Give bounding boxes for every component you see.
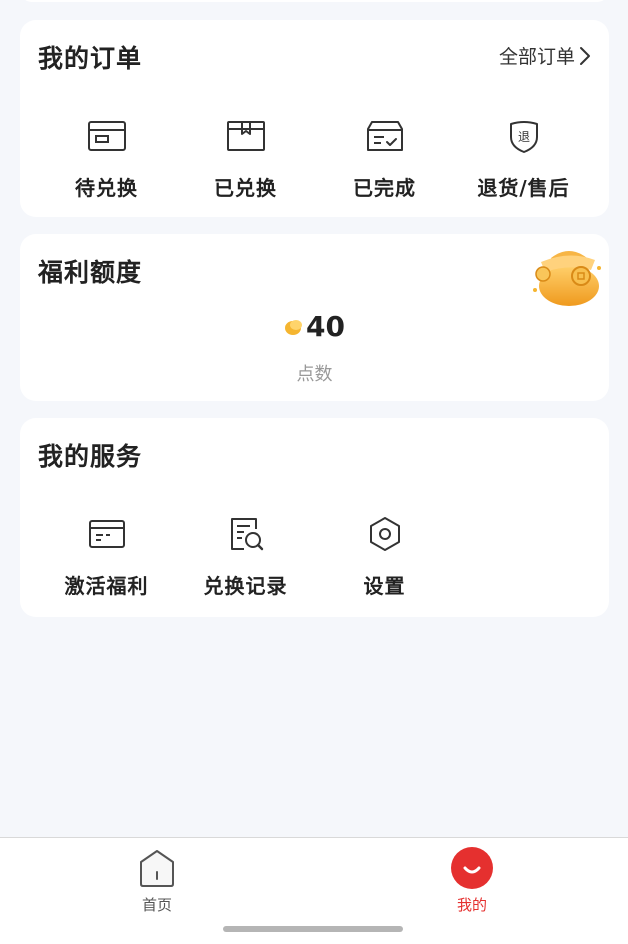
- service-activate-label: 激活福利: [64, 574, 149, 598]
- service-record-label: 兑换记录: [203, 574, 288, 598]
- order-exchanged-label: 已兑换: [214, 176, 277, 200]
- all-orders-label: 全部订单: [498, 46, 575, 68]
- service-exchange-record[interactable]: 兑换记录: [176, 514, 315, 604]
- service-activate-benefit[interactable]: 激活福利: [37, 514, 176, 604]
- order-pending-exchange[interactable]: 待兑换: [37, 116, 176, 206]
- my-services-title: 我的服务: [38, 442, 143, 471]
- profile-smile-icon: [451, 847, 493, 889]
- all-orders-link[interactable]: 全部订单: [499, 42, 591, 69]
- order-completed[interactable]: 已完成: [315, 116, 454, 206]
- service-settings-label: 设置: [363, 574, 406, 598]
- box-check-icon: [365, 116, 405, 156]
- package-icon: [226, 116, 266, 156]
- order-return-aftersale[interactable]: 退 退货/售后: [454, 116, 593, 206]
- tab-home[interactable]: 首页: [117, 846, 197, 915]
- points-balance: 40: [20, 310, 609, 343]
- tab-mine[interactable]: 我的: [432, 846, 512, 915]
- lucky-bag-icon: [533, 251, 601, 306]
- activate-card-icon: [87, 514, 127, 554]
- previous-card-edge: [20, 0, 609, 2]
- order-pending-label: 待兑换: [75, 176, 138, 200]
- tab-home-label: 首页: [141, 896, 172, 914]
- home-icon: [140, 850, 174, 887]
- order-status-grid: 待兑换 已兑换 已完成 退 退货/售后: [20, 116, 609, 206]
- order-return-label: 退货/售后: [477, 176, 570, 200]
- home-indicator: [223, 926, 403, 932]
- coin-icon: [285, 319, 303, 335]
- card-icon: [87, 116, 127, 156]
- my-orders-card: 我的订单 全部订单 待兑换 已兑换 已完成 退 退货/售后: [20, 20, 609, 217]
- order-completed-label: 已完成: [353, 176, 416, 200]
- return-glyph: 退: [517, 130, 529, 144]
- tab-mine-label: 我的: [456, 896, 487, 914]
- service-settings[interactable]: 设置: [315, 514, 454, 604]
- return-shield-icon: 退: [504, 116, 544, 156]
- record-search-icon: [226, 514, 266, 554]
- points-value: 40: [306, 310, 345, 343]
- order-exchanged[interactable]: 已兑换: [176, 116, 315, 206]
- points-unit-label: 点数: [296, 364, 333, 385]
- benefit-quota-title: 福利额度: [38, 258, 143, 287]
- settings-hex-icon: [365, 514, 405, 554]
- services-grid: 激活福利 兑换记录 设置: [20, 514, 609, 604]
- chevron-right-icon: [580, 46, 590, 65]
- my-orders-title: 我的订单: [38, 44, 143, 73]
- my-services-card: 我的服务 激活福利 兑换记录 设置: [20, 418, 609, 617]
- benefit-quota-card: 福利额度 40 点数: [20, 234, 609, 401]
